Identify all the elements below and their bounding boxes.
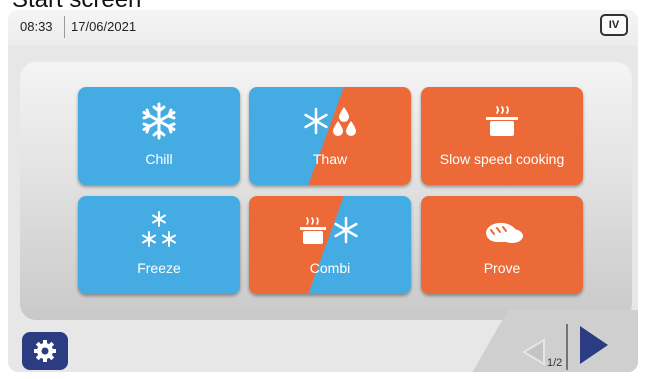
device-screen: 08:33 17/06/2021 IV Chill Thaw Slow spee… <box>8 10 638 372</box>
bread-icon <box>421 210 583 250</box>
combi-button[interactable]: Combi <box>249 196 411 294</box>
combi-label: Combi <box>309 260 351 276</box>
level-badge[interactable]: IV <box>600 14 628 36</box>
chill-label: Chill <box>145 151 173 167</box>
snowflake-drops-icon <box>249 101 411 141</box>
settings-button[interactable] <box>22 332 68 370</box>
chill-button[interactable]: Chill <box>78 87 240 185</box>
prove-button[interactable]: Prove <box>421 196 583 294</box>
clock-date: 17/06/2021 <box>71 19 137 34</box>
status-divider <box>64 16 65 38</box>
gear-icon <box>34 340 56 362</box>
thaw-button[interactable]: Thaw <box>249 87 411 185</box>
slow-speed-cooking-button[interactable]: Slow speed cooking <box>421 87 583 185</box>
freeze-label: Freeze <box>137 260 181 276</box>
prove-label: Prove <box>483 260 521 276</box>
slow-speed-cooking-label: Slow speed cooking <box>439 151 565 167</box>
status-bar: 08:33 17/06/2021 IV <box>8 10 638 46</box>
pot-icon <box>421 101 583 141</box>
clock-time: 08:33 <box>20 19 53 34</box>
triple-snowflake-icon <box>78 210 240 250</box>
snowflake-icon <box>78 101 240 141</box>
page-indicator: 1/2 <box>547 357 563 369</box>
pot-snowflake-icon <box>249 210 411 250</box>
freeze-button[interactable]: Freeze <box>78 196 240 294</box>
thaw-label: Thaw <box>312 151 348 167</box>
